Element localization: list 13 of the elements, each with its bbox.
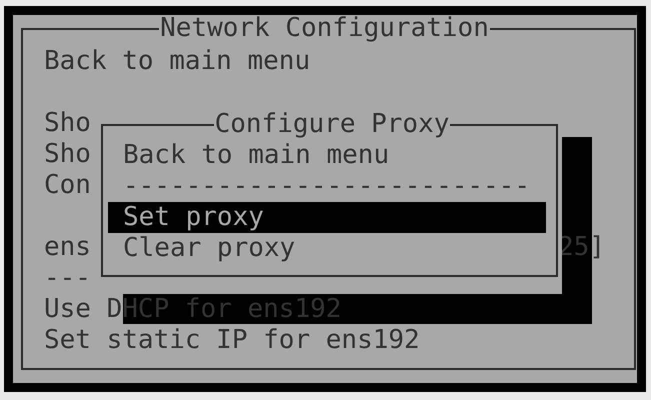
dialog-menu-item[interactable]: Clear proxy	[108, 233, 546, 264]
menu-item[interactable]: Sho	[44, 108, 91, 139]
dialog-title: Configure Proxy	[214, 109, 450, 140]
menu-item[interactable]: Set static IP for ens192	[44, 325, 420, 356]
separator-line: ---	[44, 263, 91, 294]
dialog-menu-item[interactable]: Set proxy	[108, 202, 546, 233]
window-title: Network Configuration	[159, 13, 490, 44]
menu-item[interactable]: Back to main menu	[44, 46, 310, 77]
menu-item[interactable]: Sho	[44, 139, 91, 170]
menu-item[interactable]: Con	[44, 170, 91, 201]
dialog-menu-item[interactable]: Back to main menu	[108, 140, 546, 171]
menu-item[interactable]: ens	[44, 232, 91, 263]
separator-line: --------------------------	[122, 171, 531, 202]
